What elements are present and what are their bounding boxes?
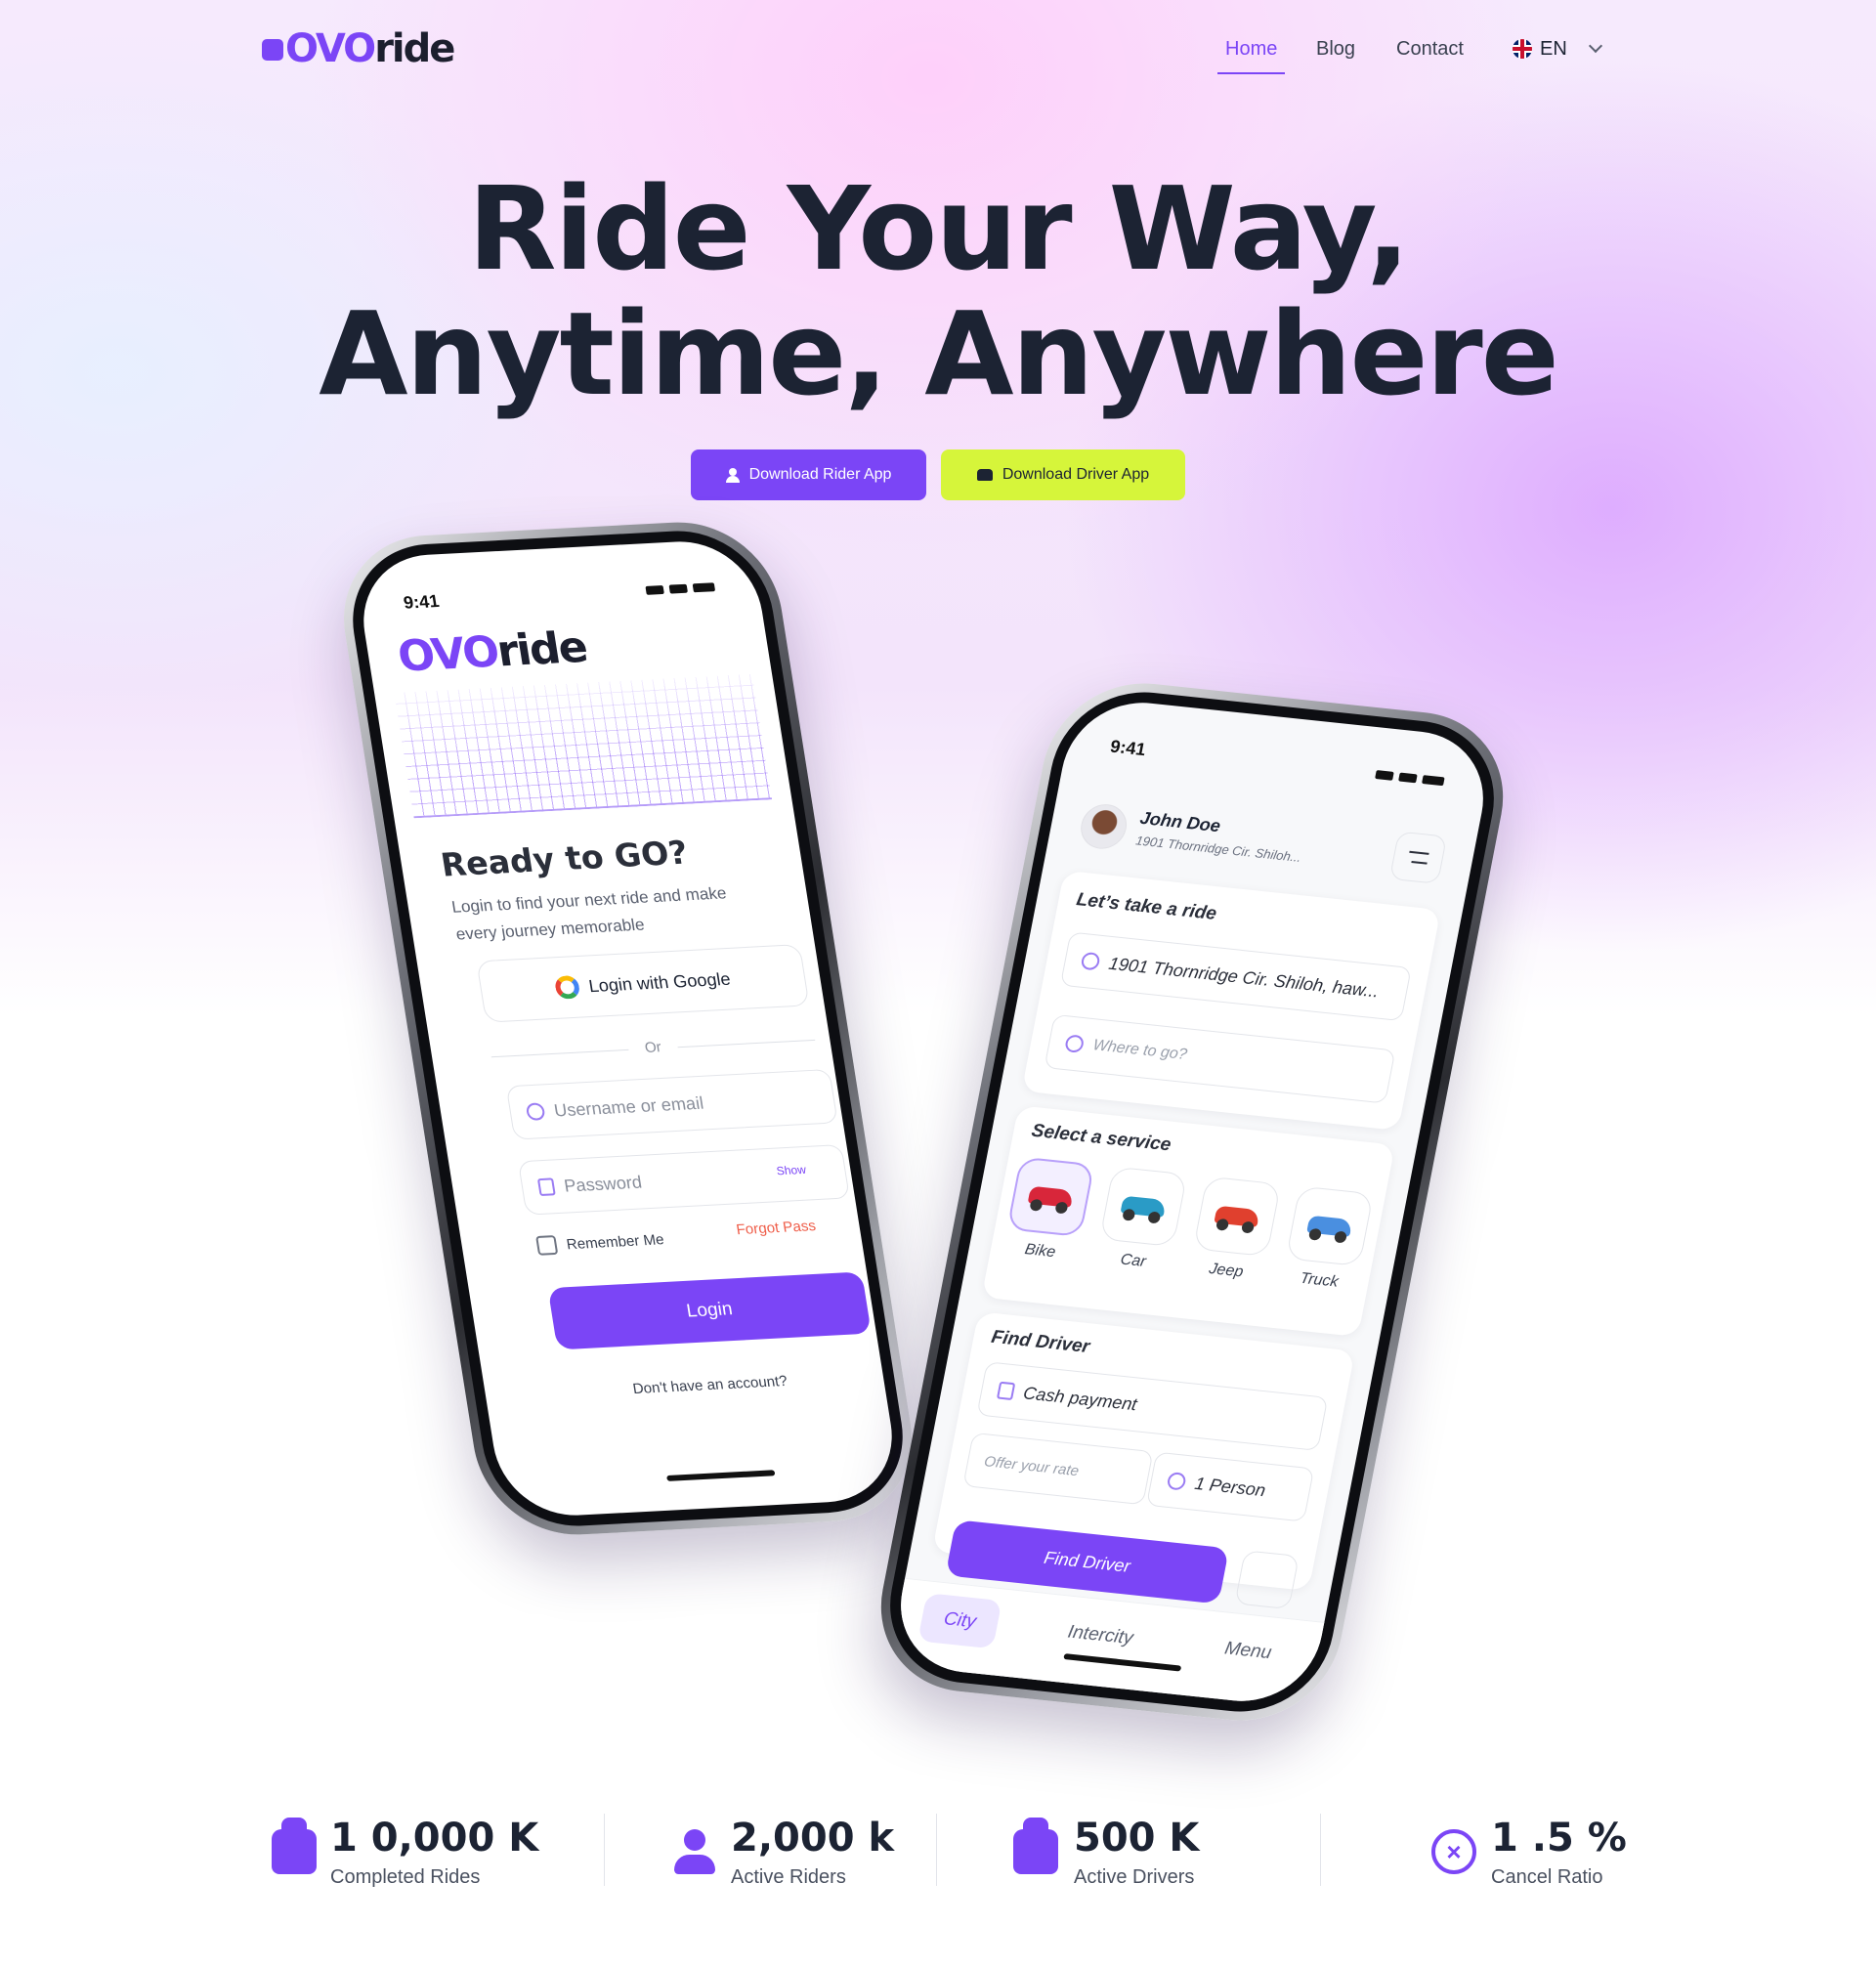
login-screen: 9:41 OVOride Ready to GO? Login to find …	[353, 537, 903, 1519]
ride-heading: Let’s take a ride	[1074, 889, 1218, 924]
chevron-down-icon	[1588, 38, 1602, 54]
service-heading: Select a service	[1029, 1120, 1173, 1156]
login-heading: Ready to GO?	[438, 833, 691, 884]
login-subtext: Login to find your next ride and make ev…	[449, 883, 728, 944]
tab-city[interactable]: City	[917, 1593, 1002, 1649]
service-options: Bike Car Jeep Truck	[1000, 1156, 1376, 1293]
bike-icon	[1027, 1185, 1075, 1208]
google-icon	[553, 974, 581, 1000]
status-time: 9:41	[402, 591, 441, 613]
username-input[interactable]: Username or email	[505, 1068, 838, 1140]
status-bar: 9:41	[1108, 737, 1445, 791]
phone-mockup-login: 9:41 OVOride Ready to GO? Login to find …	[330, 517, 925, 1540]
hero-title: Ride Your Way, Anytime, Anywhere	[0, 166, 1876, 416]
stat-divider	[936, 1814, 937, 1886]
lock-icon	[536, 1177, 556, 1197]
signal-icons	[644, 577, 716, 600]
person-select[interactable]: 1 Person	[1145, 1451, 1315, 1522]
signup-prompt[interactable]: Don't have an account?	[631, 1373, 788, 1397]
app-logo: OVOride	[394, 622, 590, 682]
uk-flag-icon	[1513, 39, 1532, 59]
city-illustration	[394, 673, 773, 819]
nav-blog[interactable]: Blog	[1316, 35, 1355, 74]
find-heading: Find Driver	[989, 1326, 1092, 1358]
menu-icon[interactable]	[1388, 831, 1448, 884]
rider-button-label: Download Rider App	[748, 466, 892, 483]
service-bike[interactable]: Bike	[1000, 1156, 1097, 1263]
destination-input[interactable]: Where to go?	[1044, 1013, 1396, 1104]
language-label: EN	[1540, 37, 1567, 60]
ride-card: Let’s take a ride 1901 Thornridge Cir. S…	[1021, 870, 1441, 1131]
forgot-password-link[interactable]: Forgot Pass	[735, 1218, 817, 1238]
jeep-icon	[1213, 1205, 1260, 1227]
language-selector[interactable]: EN	[1513, 35, 1602, 63]
site-header: OVOride Home Blog Contact EN	[0, 0, 1876, 98]
nav-contact[interactable]: Contact	[1396, 35, 1464, 74]
truck-icon	[1306, 1215, 1353, 1237]
checkbox-icon	[535, 1235, 559, 1256]
car-icon	[976, 469, 993, 481]
hero-title-line2: Anytime, Anywhere	[319, 286, 1559, 421]
location-icon	[1080, 951, 1101, 971]
avatar[interactable]	[1077, 801, 1130, 851]
user-name: John Doe	[1138, 807, 1222, 836]
rider-icon	[672, 1829, 717, 1874]
signal-icons	[1374, 764, 1446, 791]
driver-button-label: Download Driver App	[1002, 466, 1150, 483]
show-password-toggle[interactable]: Show	[776, 1163, 807, 1177]
ride-screen: 9:41 John Doe 1901 Thornridge Cir. Shilo…	[888, 695, 1496, 1709]
remember-me-checkbox[interactable]: Remember Me	[535, 1229, 665, 1256]
pickup-input[interactable]: 1901 Thornridge Cir. Shiloh, haw...	[1059, 931, 1412, 1022]
password-input[interactable]: Password	[517, 1144, 850, 1216]
nav-home[interactable]: Home	[1216, 35, 1286, 74]
stat-divider	[604, 1814, 605, 1886]
login-google-button[interactable]: Login with Google	[476, 944, 810, 1023]
cash-icon	[996, 1381, 1016, 1401]
service-jeep[interactable]: Jeep	[1185, 1176, 1283, 1283]
download-rider-app-button[interactable]: Download Rider App	[691, 449, 926, 500]
taxi-icon	[1013, 1818, 1058, 1874]
service-truck[interactable]: Truck	[1278, 1185, 1376, 1293]
car-icon	[1120, 1195, 1168, 1218]
stats-bar: 1 0,000 K Completed Rides 2,000 k Active…	[0, 1808, 1876, 1905]
user-address: 1901 Thornridge Cir. Shiloh...	[1134, 833, 1303, 865]
stat-divider	[1320, 1814, 1321, 1886]
person-icon	[1166, 1472, 1187, 1491]
rate-input[interactable]: Offer your rate	[962, 1432, 1154, 1506]
service-car[interactable]: Car	[1092, 1166, 1190, 1273]
user-icon	[525, 1102, 546, 1121]
phone-mockup-ride: 9:41 John Doe 1901 Thornridge Cir. Shilo…	[865, 673, 1519, 1731]
mail-icon[interactable]	[1234, 1550, 1300, 1610]
home-indicator	[666, 1470, 776, 1481]
status-time: 9:41	[1108, 736, 1148, 760]
cancel-icon: ×	[1431, 1829, 1476, 1874]
tab-menu[interactable]: Menu	[1199, 1622, 1298, 1680]
taxi-icon	[272, 1818, 317, 1874]
service-card: Select a service Bike Car Jeep Truck	[981, 1105, 1395, 1338]
user-icon	[725, 468, 740, 483]
or-divider: Or	[490, 1031, 816, 1064]
download-driver-app-button[interactable]: Download Driver App	[941, 449, 1185, 500]
status-bar: 9:41	[402, 577, 716, 613]
login-button[interactable]: Login	[547, 1271, 872, 1350]
pin-icon	[1063, 1034, 1086, 1053]
hero-title-line1: Ride Your Way,	[467, 161, 1410, 296]
